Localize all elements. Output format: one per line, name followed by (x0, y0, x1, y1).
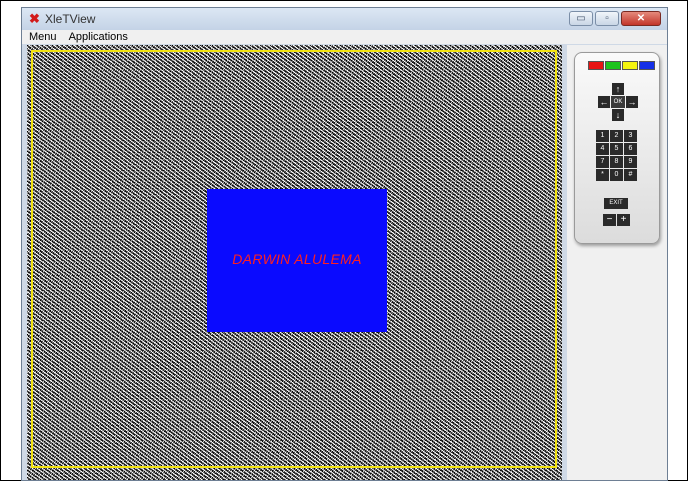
remote-control: ↑ ← OK → ↓ 1 2 3 4 5 6 7 8 9 * 0 # EXIT … (574, 52, 660, 244)
plus-button[interactable]: + (617, 214, 630, 226)
key-7[interactable]: 7 (596, 156, 609, 168)
blue-button[interactable] (639, 61, 655, 70)
red-button[interactable] (588, 61, 604, 70)
xletview-window: ✖ XleTView ▭ ▫ ✕ Menu Applications DARWI… (21, 7, 668, 481)
arrow-left-button[interactable]: ← (598, 96, 610, 108)
key-6[interactable]: 6 (624, 143, 637, 155)
exit-button[interactable]: EXIT (604, 198, 628, 209)
blue-text-box: DARWIN ALULEMA (207, 189, 387, 332)
window-controls: ▭ ▫ ✕ (569, 11, 661, 26)
arrow-down-button[interactable]: ↓ (612, 109, 624, 121)
tv-screen[interactable]: DARWIN ALULEMA (27, 45, 562, 480)
key-4[interactable]: 4 (596, 143, 609, 155)
number-keypad: 1 2 3 4 5 6 7 8 9 * 0 # (596, 130, 638, 181)
menu-item-menu[interactable]: Menu (29, 31, 57, 43)
title-bar[interactable]: ✖ XleTView ▭ ▫ ✕ (22, 8, 667, 30)
key-8[interactable]: 8 (610, 156, 623, 168)
green-button[interactable] (605, 61, 621, 70)
key-star[interactable]: * (596, 169, 609, 181)
arrow-up-button[interactable]: ↑ (612, 83, 624, 95)
menu-bar: Menu Applications (22, 30, 667, 44)
side-panel: ↑ ← OK → ↓ 1 2 3 4 5 6 7 8 9 * 0 # EXIT … (567, 45, 667, 480)
minimize-button[interactable]: ▭ (569, 11, 593, 26)
yellow-button[interactable] (622, 61, 638, 70)
maximize-button[interactable]: ▫ (595, 11, 619, 26)
app-logo-icon: ✖ (29, 11, 40, 26)
key-1[interactable]: 1 (596, 130, 609, 142)
color-buttons-row (588, 61, 655, 70)
key-2[interactable]: 2 (610, 130, 623, 142)
key-5[interactable]: 5 (610, 143, 623, 155)
key-hash[interactable]: # (624, 169, 637, 181)
window-title: XleTView (45, 12, 96, 26)
key-9[interactable]: 9 (624, 156, 637, 168)
close-button[interactable]: ✕ (621, 11, 661, 26)
key-0[interactable]: 0 (610, 169, 623, 181)
ok-button[interactable]: OK (611, 96, 625, 108)
menu-item-applications[interactable]: Applications (69, 31, 128, 43)
arrow-right-button[interactable]: → (626, 96, 638, 108)
box-text: DARWIN ALULEMA (232, 251, 362, 267)
key-3[interactable]: 3 (624, 130, 637, 142)
minus-button[interactable]: − (603, 214, 616, 226)
